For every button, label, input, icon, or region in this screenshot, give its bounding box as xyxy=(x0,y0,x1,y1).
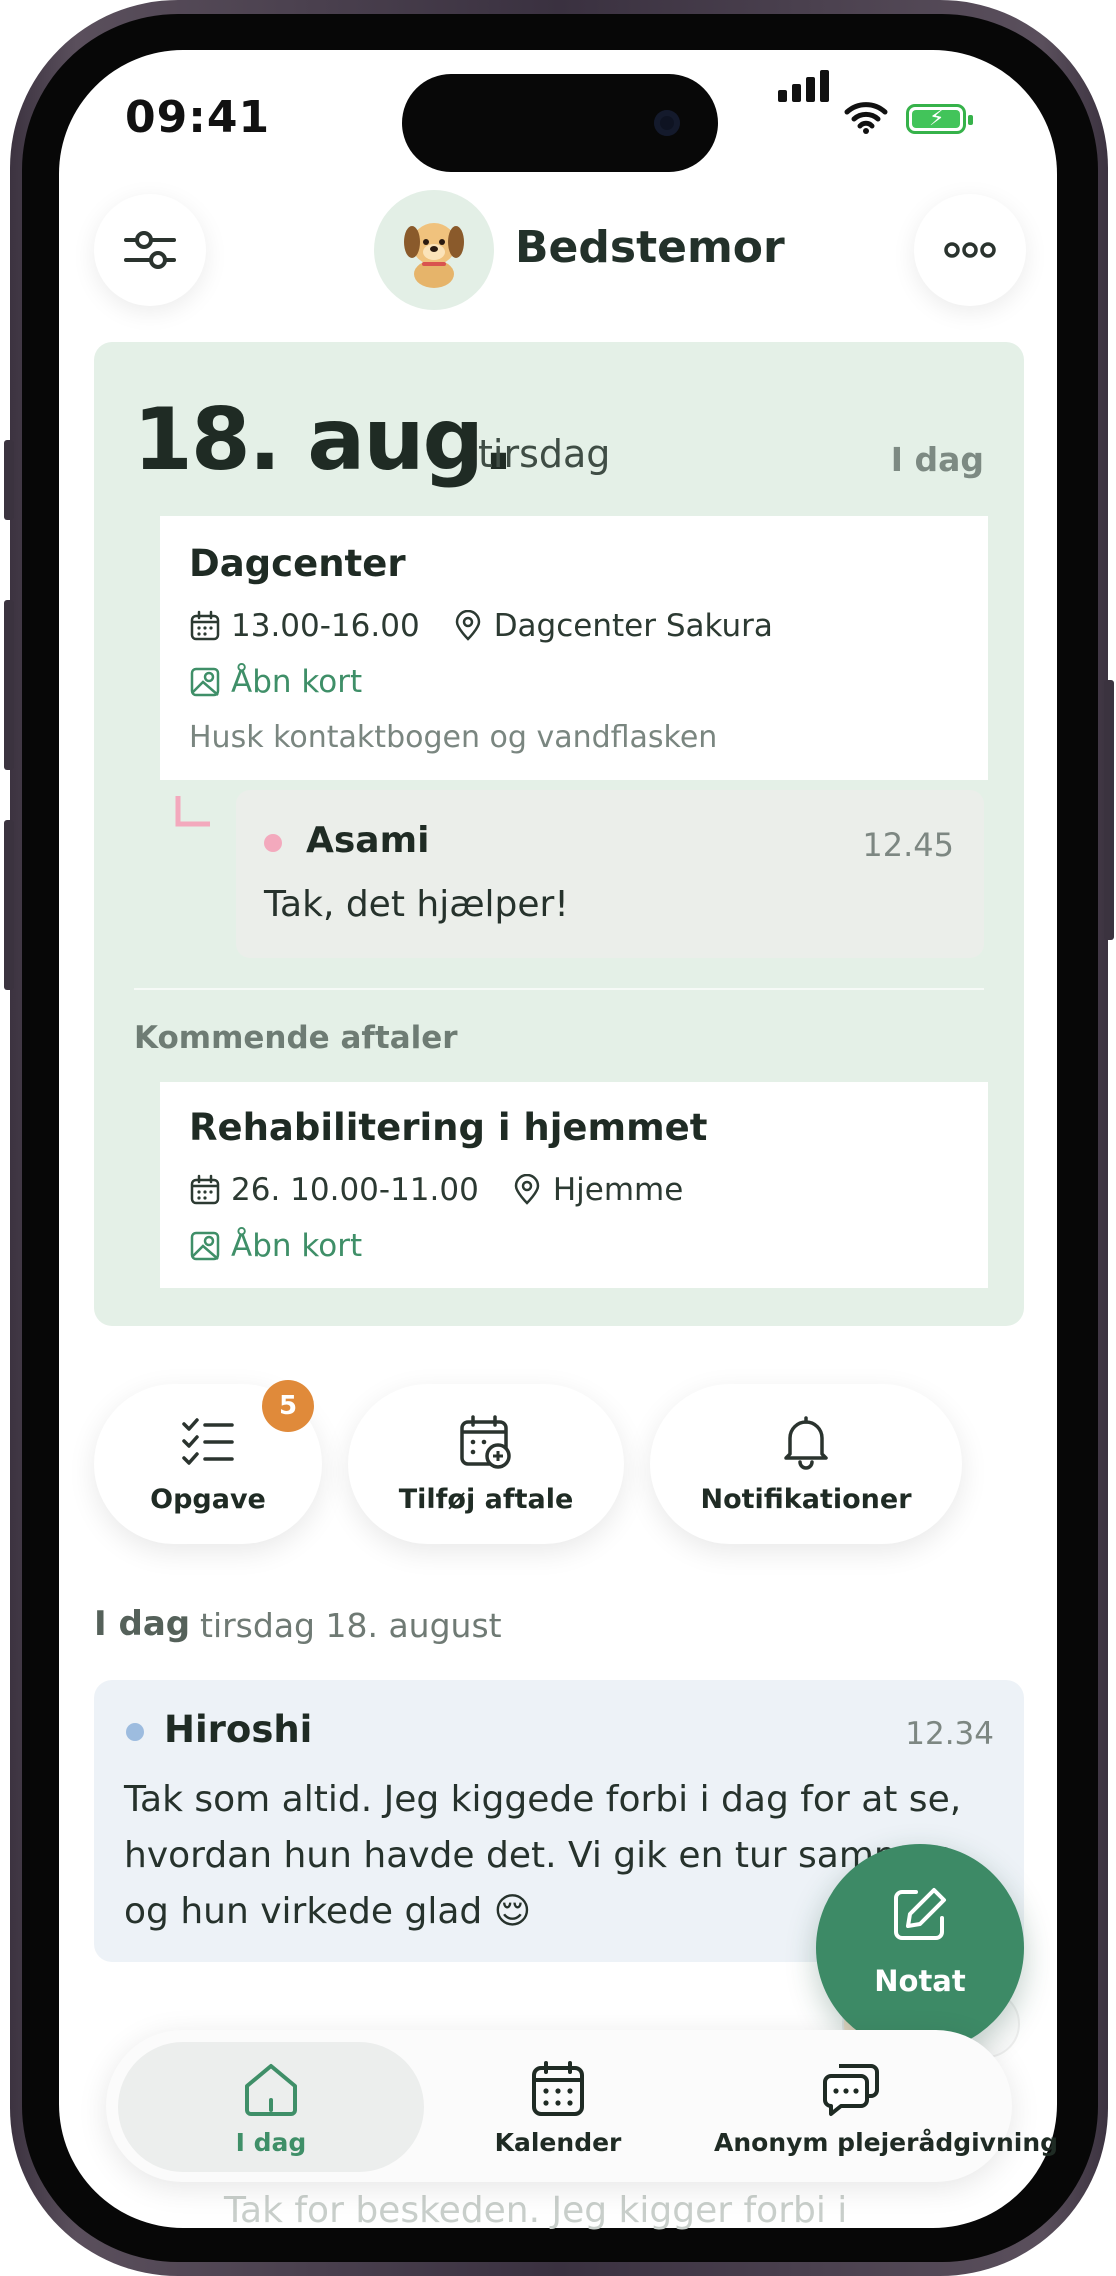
event-time: 26. 10.00-11.00 xyxy=(231,1172,479,1208)
message-author: Hiroshi xyxy=(164,1708,313,1751)
profile-name: Bedstemor xyxy=(515,222,785,273)
notifications-button[interactable]: Notifikationer xyxy=(650,1384,962,1544)
more-button[interactable] xyxy=(914,194,1026,306)
event-note: Husk kontaktbogen og vandflasken xyxy=(189,720,718,755)
next-message-preview: Tak for beskeden. Jeg kigger forbi i xyxy=(224,2190,848,2231)
home-icon xyxy=(245,2064,297,2116)
calendar-icon xyxy=(190,1174,220,1205)
open-map-label: Åbn kort xyxy=(231,664,363,700)
event-title: Dagcenter xyxy=(189,542,406,585)
calendar-icon xyxy=(190,610,220,641)
tab-label: I dag xyxy=(235,2128,307,2157)
author-dot xyxy=(264,834,282,852)
map-icon xyxy=(190,1231,220,1261)
tab-today[interactable]: I dag xyxy=(200,2060,342,2157)
sliders-icon xyxy=(124,231,176,269)
note-fab-label: Notat xyxy=(874,1964,966,1998)
reply-text: Tak, det hjælper! xyxy=(264,884,569,925)
filter-button[interactable] xyxy=(94,194,206,306)
divider xyxy=(134,988,984,990)
event-meta: 26. 10.00-11.00 Hjemme xyxy=(189,1172,683,1208)
checklist-icon xyxy=(182,1418,234,1465)
message-time: 12.34 xyxy=(905,1716,994,1752)
today-label: I dag xyxy=(890,440,984,479)
open-map-link[interactable]: Åbn kort xyxy=(189,1228,362,1264)
avatar[interactable] xyxy=(374,190,494,310)
dynamic-island xyxy=(402,74,718,172)
volume-up-button xyxy=(4,600,14,770)
ellipsis-icon xyxy=(944,242,996,258)
map-icon xyxy=(190,667,220,697)
add-appointment-label: Tilføj aftale xyxy=(398,1484,574,1515)
battery-icon: ⚡ xyxy=(906,104,973,134)
status-time: 09:41 xyxy=(125,92,271,143)
feed-day-label: I dag xyxy=(94,1604,191,1644)
reply-bubble[interactable] xyxy=(236,790,984,958)
author-dot xyxy=(126,1723,144,1741)
event-time: 13.00-16.00 xyxy=(231,608,420,644)
feed-date-label: tirsdag 18. august xyxy=(200,1606,502,1645)
event-meta: 13.00-16.00 Dagcenter Sakura xyxy=(189,608,773,644)
tab-label: Kalender xyxy=(494,2128,622,2157)
puppy-icon xyxy=(404,223,464,288)
location-pin-icon xyxy=(514,1174,540,1205)
task-label: Opgave xyxy=(150,1484,266,1515)
chat-icon xyxy=(823,2064,879,2116)
edit-icon xyxy=(894,1888,946,1940)
location-pin-icon xyxy=(455,610,480,641)
upcoming-heading: Kommende aftaler xyxy=(134,1020,458,1056)
event-location: Hjemme xyxy=(552,1172,684,1208)
open-map-link[interactable]: Åbn kort xyxy=(189,664,362,700)
event-location: Dagcenter Sakura xyxy=(493,608,773,644)
reply-author: Asami xyxy=(306,820,430,861)
tab-calendar[interactable]: Kalender xyxy=(480,2060,636,2157)
today-weekday: tirsdag xyxy=(478,432,611,476)
wifi-icon xyxy=(844,102,888,134)
note-fab-button[interactable]: Notat xyxy=(816,1844,1024,2052)
today-date: 18. aug. xyxy=(133,390,515,490)
reply-time: 12.45 xyxy=(862,826,954,864)
volume-down-button xyxy=(4,820,14,990)
task-count-badge: 5 xyxy=(262,1380,314,1432)
power-button xyxy=(1104,680,1114,940)
open-map-label: Åbn kort xyxy=(231,1228,363,1264)
calendar-icon xyxy=(532,2061,584,2116)
reply-connector-icon xyxy=(175,796,210,827)
add-appointment-button[interactable]: Tilføj aftale xyxy=(348,1384,624,1544)
calendar-add-icon xyxy=(460,1415,511,1469)
event-title: Rehabilitering i hjemmet xyxy=(189,1106,708,1149)
notifications-label: Notifikationer xyxy=(700,1484,912,1515)
bell-icon xyxy=(784,1416,828,1470)
tab-label: Anonym plejerådgivning xyxy=(714,2128,1059,2157)
tab-anonymous-care-advice[interactable]: Anonym plejerådgivning xyxy=(714,2060,1059,2157)
action-button xyxy=(4,440,14,520)
